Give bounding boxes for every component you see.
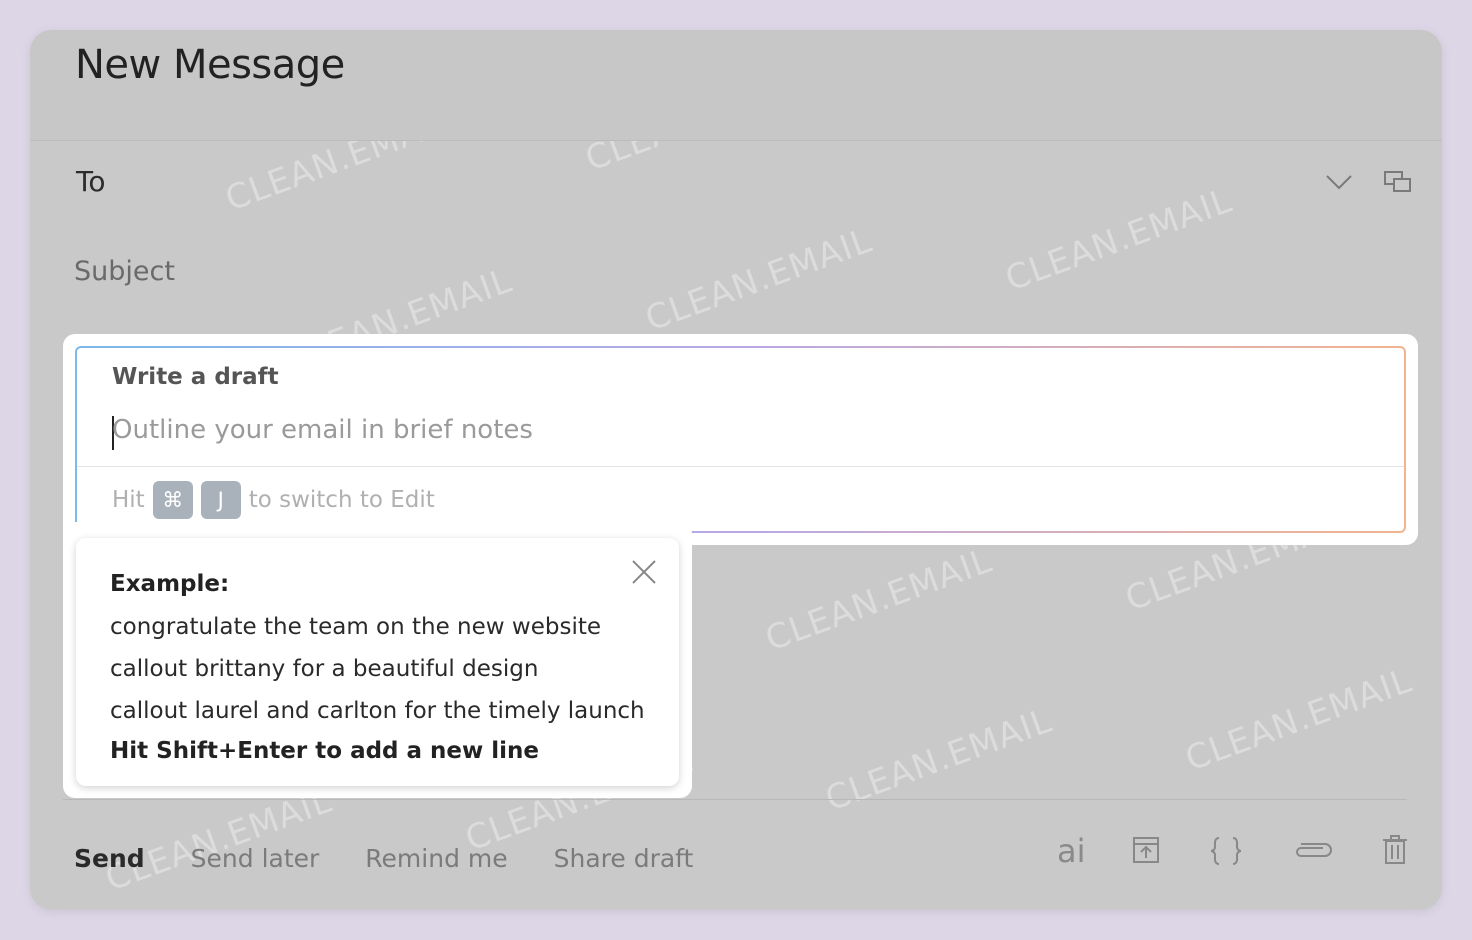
- app-frame: CLEAN.EMAIL CLEAN.EMAIL CLEAN.EMAIL CLEA…: [0, 0, 1472, 940]
- watermark: CLEAN.EMAIL: [640, 220, 878, 340]
- chevron-down-icon[interactable]: [1326, 173, 1352, 191]
- watermark: CLEAN.EMAIL: [760, 540, 998, 660]
- divider: [77, 466, 1404, 467]
- share-draft-button[interactable]: Share draft: [554, 844, 694, 873]
- page-title: New Message: [75, 42, 345, 88]
- action-bar: Send Send later Remind me Share draft: [74, 838, 739, 878]
- divider: [63, 799, 1407, 800]
- watermark: CLEAN.EMAIL: [1000, 180, 1238, 300]
- shortcut-hint: Hit ⌘ J to switch to Edit: [112, 480, 435, 520]
- example-title: Example:: [110, 571, 230, 597]
- example-line: callout laurel and carlton for the timel…: [110, 698, 645, 724]
- to-field-label[interactable]: To: [76, 165, 105, 198]
- subject-field[interactable]: Subject: [74, 256, 175, 287]
- example-popup-container: Example: congratulate the team on the ne…: [63, 522, 692, 798]
- command-key: ⌘: [152, 481, 193, 519]
- draft-label: Write a draft: [112, 364, 279, 390]
- ai-icon[interactable]: ai: [1057, 832, 1086, 870]
- paperclip-icon[interactable]: [1293, 840, 1333, 860]
- trash-icon[interactable]: [1382, 835, 1408, 865]
- send-button[interactable]: Send: [74, 844, 145, 873]
- new-line-hint: Hit Shift+Enter to add a new line: [110, 738, 540, 764]
- draft-input[interactable]: [112, 410, 1312, 450]
- remind-me-button[interactable]: Remind me: [365, 844, 507, 873]
- upload-icon[interactable]: [1132, 836, 1160, 864]
- draft-editor[interactable]: Write a draft Hit ⌘ J to switch to Edit: [75, 346, 1406, 533]
- j-key: J: [200, 481, 241, 519]
- watermark: CLEAN.EMAIL: [1180, 660, 1418, 780]
- expand-recipients-icon[interactable]: [1384, 170, 1412, 194]
- close-icon[interactable]: [631, 559, 657, 585]
- title-bar: New Message: [30, 30, 1442, 141]
- send-later-button[interactable]: Send later: [191, 844, 320, 873]
- hint-prefix: Hit: [112, 487, 145, 513]
- example-line: congratulate the team on the new website: [110, 614, 602, 640]
- example-popup: Example: congratulate the team on the ne…: [76, 538, 679, 786]
- example-lines: congratulate the team on the new website…: [110, 606, 645, 732]
- draft-card: Write a draft Hit ⌘ J to switch to Edit: [63, 334, 1418, 545]
- hint-suffix: to switch to Edit: [248, 487, 435, 513]
- watermark: CLEAN.EMAIL: [820, 700, 1058, 820]
- code-braces-icon[interactable]: [1209, 836, 1243, 866]
- example-line: callout brittany for a beautiful design: [110, 656, 539, 682]
